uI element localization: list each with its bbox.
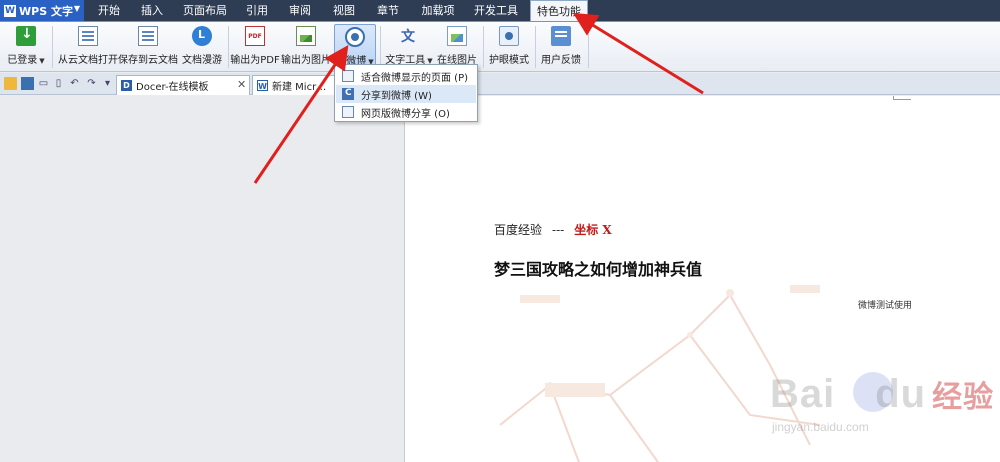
menu-item-fit-weibo-page[interactable]: 适合微博显示的页面 (P) [336, 67, 476, 85]
image-export-icon [296, 26, 316, 46]
login-icon [16, 26, 36, 46]
redo-icon[interactable]: ↷ [85, 77, 98, 90]
divider [380, 26, 381, 68]
menu-tab-special-features[interactable]: 特色功能 [530, 0, 588, 22]
chevron-down-icon: ▼ [73, 4, 80, 13]
ribbon: 已登录▼ 从云文档打开 保存到云文档 文档漫游 输出为PDF 输出为图片 长微博… [0, 22, 1000, 72]
undo-icon[interactable]: ↶ [68, 77, 81, 90]
feedback-icon [551, 26, 571, 46]
menu-tab-chapter[interactable]: 章节 [371, 0, 405, 21]
menu-tab-home[interactable]: 开始 [92, 0, 126, 21]
menu-tab-addins[interactable]: 加载项 [418, 0, 458, 21]
export-image-button[interactable]: 输出为图片 [281, 24, 331, 70]
document-icon: W [257, 80, 268, 91]
menu-item-share-weibo[interactable]: 分享到微博 (W) [336, 85, 476, 103]
eye-icon [499, 26, 519, 46]
doc-header-line: 百度经验 --- 坐标 X [494, 221, 612, 238]
doc-note: 微博测试使用 [858, 301, 913, 311]
page-fit-icon [342, 70, 354, 82]
menu-tab-developer[interactable]: 开发工具 [472, 0, 520, 21]
open-cloud-doc-button[interactable]: 从云文档打开 [58, 24, 118, 70]
wps-logo-icon: W [4, 4, 16, 17]
pdf-icon [245, 26, 265, 46]
page-margin-marker [893, 96, 911, 100]
tab-label: Docer-在线模板 [136, 82, 209, 93]
doc-separator-text: --- [552, 223, 565, 237]
eye-mode-button[interactable]: 护眼模式 [488, 24, 530, 70]
logged-in-label: 已登录 [7, 55, 38, 66]
user-feedback-label: 用户反馈 [541, 55, 581, 66]
baidu-watermark-logo: Bai du 经验 [770, 372, 995, 416]
share-weibo-icon [342, 88, 354, 100]
export-pdf-button[interactable]: 输出为PDF [230, 24, 280, 70]
menu-tab-layout[interactable]: 页面布局 [182, 0, 228, 21]
watermark-url: jingyan.baidu.com [772, 420, 869, 434]
divider [52, 26, 53, 68]
divider [483, 26, 484, 68]
save-cloud-doc-button[interactable]: 保存到云文档 [118, 24, 178, 70]
tab-new-document[interactable]: W 新建 Micr… [252, 75, 338, 95]
doc-author-text: 坐标 X [574, 223, 612, 237]
print-preview-icon[interactable]: ▯ [52, 77, 65, 90]
weibo-icon [345, 27, 365, 47]
logged-in-button[interactable]: 已登录▼ [4, 24, 48, 70]
tab-docer-templates[interactable]: D Docer-在线模板 [116, 75, 250, 95]
close-icon[interactable]: ✕ [237, 78, 246, 91]
doc-title: 梦三国攻略之如何增加神兵值 [494, 260, 703, 279]
picture-icon [447, 26, 467, 46]
roam-cloud-icon [192, 26, 212, 46]
text-tools-icon [399, 26, 419, 46]
divider [535, 26, 536, 68]
menu-bar: W WPS 文字 ▼ 开始 插入 页面布局 引用 审阅 视图 章节 加载项 开发… [0, 0, 1000, 22]
print-icon[interactable]: ▭ [37, 77, 50, 90]
app-logo-button[interactable]: W WPS 文字 ▼ [0, 0, 84, 21]
cloud-save-icon [138, 26, 158, 46]
app-logo-text: WPS 文字 [19, 4, 73, 18]
menu-tab-view[interactable]: 视图 [327, 0, 361, 21]
chevron-down-icon: ▼ [39, 57, 45, 65]
long-weibo-dropdown-menu: 适合微博显示的页面 (P) 分享到微博 (W) 网页版微博分享 (O) [334, 64, 478, 122]
save-icon[interactable] [21, 77, 34, 90]
menu-item-label: 分享到微博 (W) [361, 90, 432, 102]
divider [588, 26, 589, 68]
menu-tab-insert[interactable]: 插入 [135, 0, 169, 21]
menu-item-label: 适合微博显示的页面 (P) [361, 72, 469, 84]
menu-item-web-weibo-share[interactable]: 网页版微博分享 (O) [336, 103, 476, 121]
eye-mode-label: 护眼模式 [489, 55, 529, 66]
export-pdf-label: 输出为PDF [230, 55, 280, 66]
open-folder-icon[interactable] [4, 77, 17, 90]
divider [228, 26, 229, 68]
open-cloud-label: 从云文档打开 [58, 55, 118, 66]
save-cloud-label: 保存到云文档 [118, 55, 178, 66]
menu-tab-review[interactable]: 审阅 [283, 0, 317, 21]
export-image-label: 输出为图片 [281, 55, 331, 66]
menu-tab-reference[interactable]: 引用 [240, 0, 274, 21]
cloud-open-icon [78, 26, 98, 46]
doc-roam-label: 文档漫游 [182, 55, 222, 66]
menu-item-label: 网页版微博分享 (O) [361, 108, 450, 120]
user-feedback-button[interactable]: 用户反馈 [539, 24, 583, 70]
doc-source-text: 百度经验 [494, 223, 543, 237]
doc-roam-button[interactable]: 文档漫游 [180, 24, 224, 70]
tab-label: 新建 Micr… [272, 82, 327, 93]
web-share-icon [342, 106, 354, 118]
customize-chevron-icon[interactable]: ▾ [101, 77, 114, 90]
quick-access-tab-bar: ▭ ▯ ↶ ↷ ▾ D Docer-在线模板 ✕ W 新建 Micr… [0, 73, 1000, 95]
docer-icon: D [121, 80, 132, 91]
